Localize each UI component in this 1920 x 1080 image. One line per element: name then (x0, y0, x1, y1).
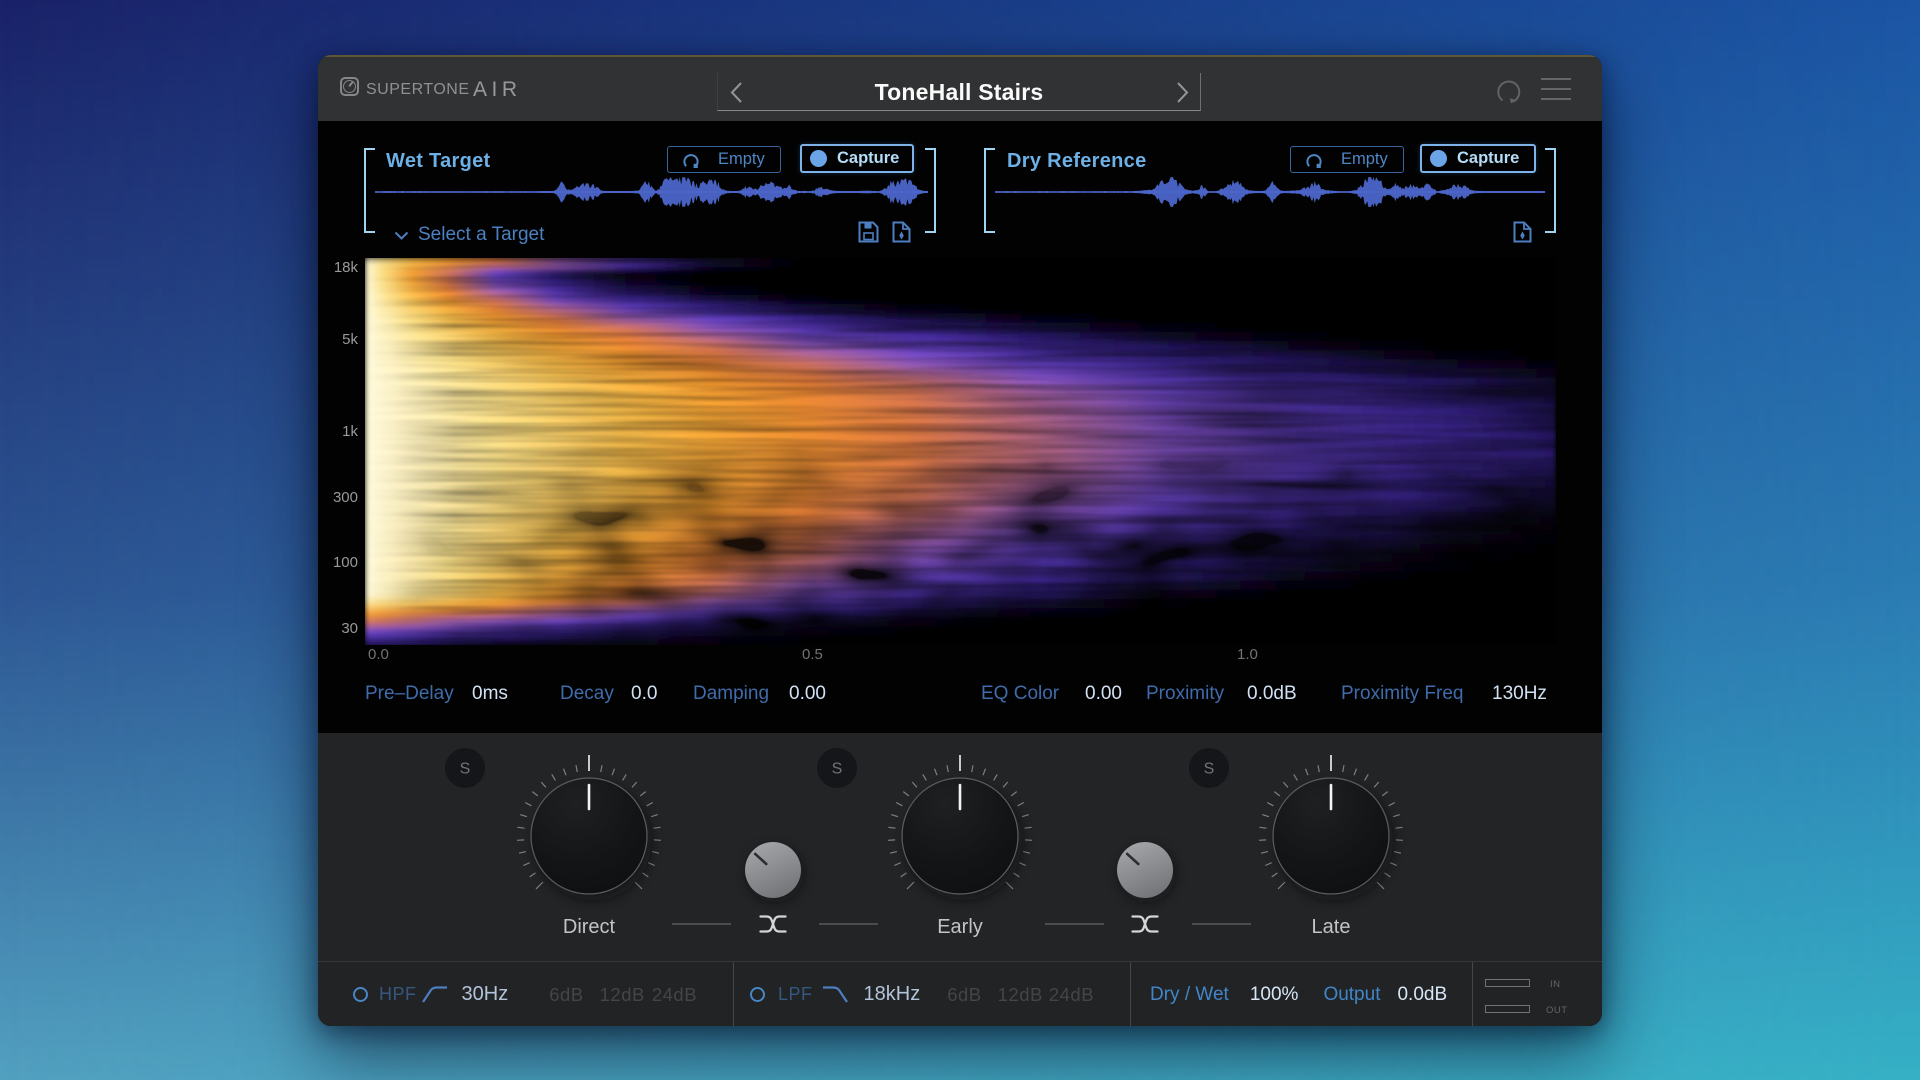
svg-text:S: S (832, 761, 843, 778)
svg-text:S: S (460, 761, 471, 778)
svg-text:Early: Early (937, 916, 983, 938)
svg-text:Direct: Direct (563, 916, 616, 938)
svg-text:Late: Late (1312, 916, 1351, 938)
svg-text:S: S (1204, 761, 1215, 778)
